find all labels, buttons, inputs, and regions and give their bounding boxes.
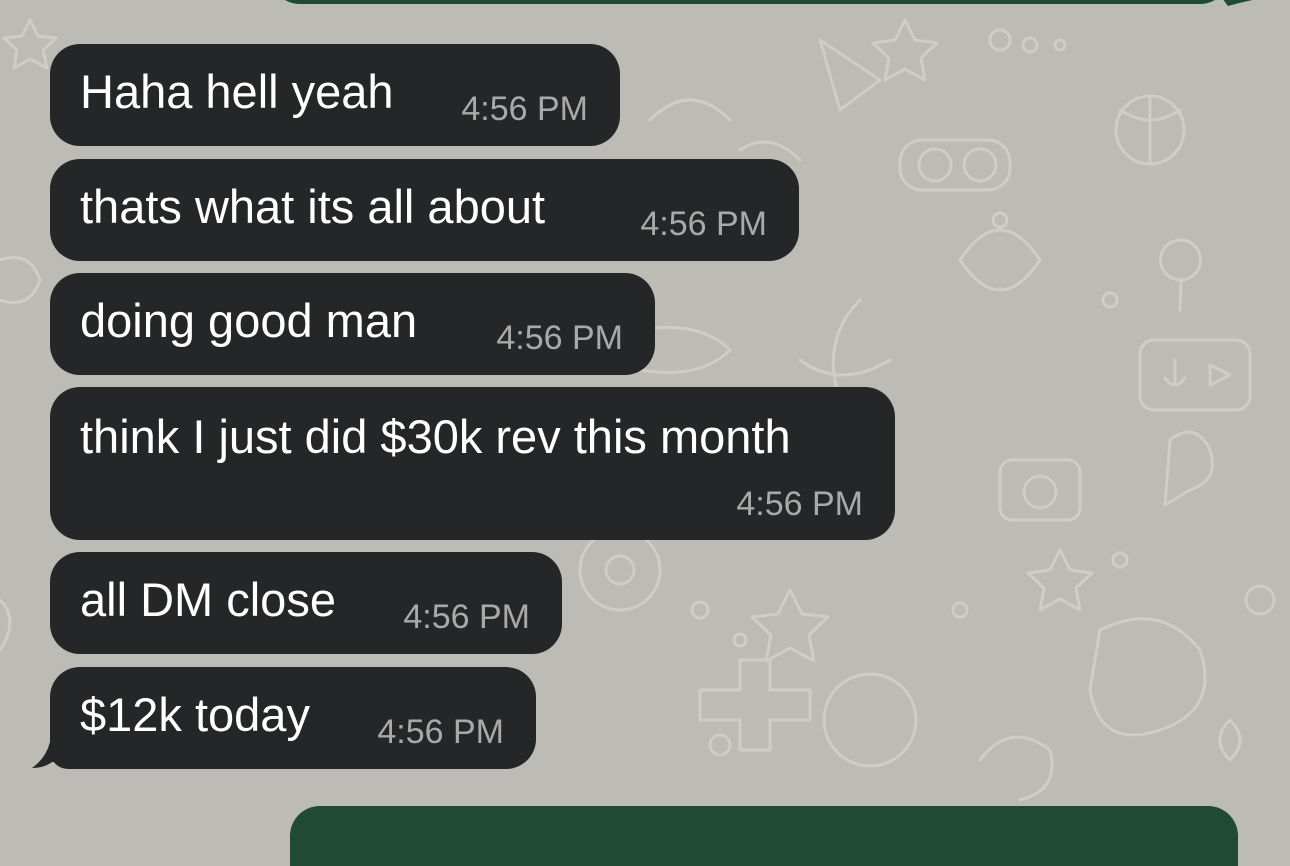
message-text: doing good man xyxy=(80,294,418,347)
star-doodle xyxy=(2,18,58,70)
outgoing-message-bubble-bottom[interactable] xyxy=(290,806,1238,866)
turtle-doodle xyxy=(822,672,918,768)
incoming-message-bubble[interactable]: think I just did $30k rev this month 4:5… xyxy=(50,387,895,540)
outgoing-bubble-tail xyxy=(1223,0,1253,6)
glasses-doodle xyxy=(898,138,1012,192)
outgoing-message-bubble-top[interactable] xyxy=(270,0,1230,4)
message-timestamp: 4:56 PM xyxy=(461,90,588,128)
incoming-message-bubble[interactable]: $12k today 4:56 PM xyxy=(50,667,536,769)
camera-doodle xyxy=(998,458,1082,522)
message-timestamp: 4:56 PM xyxy=(403,598,530,636)
message-timestamp: 4:56 PM xyxy=(377,713,504,751)
ball-doodle xyxy=(1114,94,1186,166)
video-doodle xyxy=(1138,338,1252,412)
bell-doodle xyxy=(1163,430,1214,507)
message-text: all DM close xyxy=(80,573,336,626)
message-timestamp: 4:56 PM xyxy=(496,319,623,357)
incoming-message-bubble[interactable]: doing good man 4:56 PM xyxy=(50,273,655,375)
message-timestamp: 4:56 PM xyxy=(640,205,767,243)
incoming-message-bubble[interactable]: all DM close 4:56 PM xyxy=(50,552,562,654)
bag-doodle xyxy=(1088,617,1207,737)
message-text: $12k today xyxy=(80,688,310,741)
message-text: Haha hell yeah xyxy=(80,65,394,118)
incoming-message-bubble[interactable]: Haha hell yeah 4:56 PM xyxy=(50,44,620,146)
message-timestamp: 4:56 PM xyxy=(736,485,863,523)
incoming-message-bubble[interactable]: thats what its all about 4:56 PM xyxy=(50,159,799,261)
donut-doodle xyxy=(578,528,662,612)
message-text: thats what its all about xyxy=(80,180,546,233)
message-text: think I just did $30k rev this month xyxy=(80,410,791,463)
